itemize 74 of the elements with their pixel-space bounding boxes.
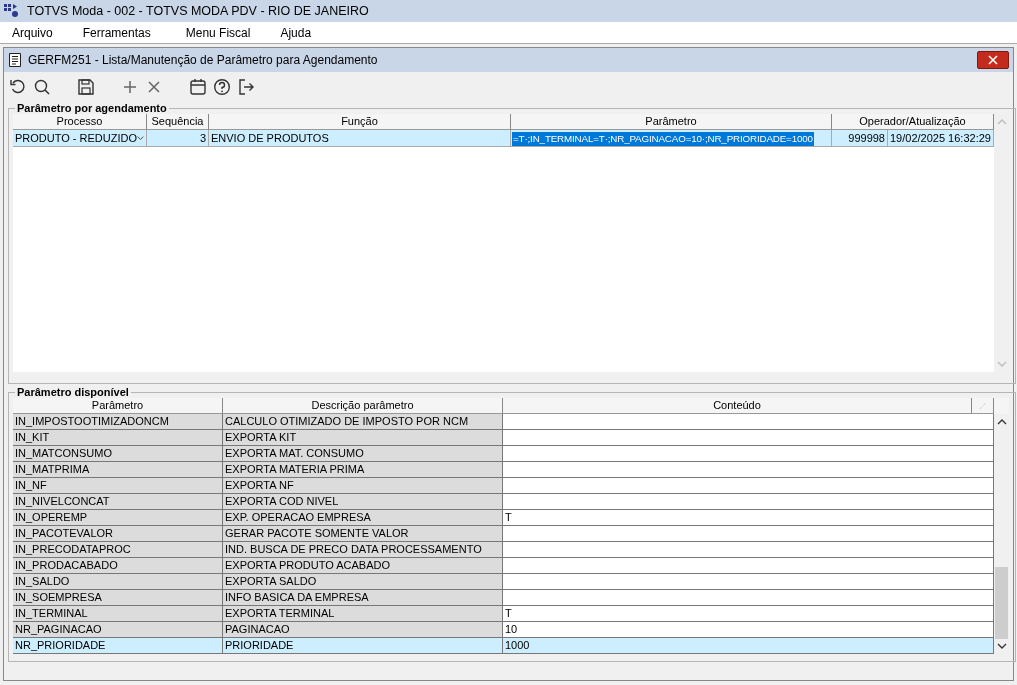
- table-cell: IN_NF: [13, 478, 223, 494]
- table-cell[interactable]: [503, 414, 994, 430]
- search-icon[interactable]: [33, 78, 51, 96]
- table-cell: IN_SOEMPRESA: [13, 590, 223, 606]
- menu-item[interactable]: Menu Fiscal: [185, 25, 251, 40]
- calendar-icon[interactable]: [189, 78, 207, 96]
- table-cell: GERAR PACOTE SOMENTE VALOR: [223, 526, 503, 542]
- table-cell[interactable]: [503, 430, 994, 446]
- table-cell: IN_MATCONSUMO: [13, 446, 223, 462]
- table-cell: EXP. OPERACAO EMPRESA: [223, 510, 503, 526]
- table-cell[interactable]: 10: [503, 622, 994, 638]
- help-icon[interactable]: [213, 78, 231, 96]
- scroll-down-icon[interactable]: [996, 643, 1007, 649]
- table-cell: IN_NIVELCONCAT: [13, 494, 223, 510]
- menu-item[interactable]: Ferramentas: [82, 25, 151, 40]
- close-icon: [988, 55, 998, 65]
- table-cell: EXPORTA NF: [223, 478, 503, 494]
- inner-window-title: GERFM251 - Lista/Manutenção de Parâmetro para Agendamento: [28, 53, 379, 67]
- add-icon[interactable]: [121, 78, 139, 96]
- table-cell[interactable]: [503, 542, 994, 558]
- table-cell: EXPORTA MAT. CONSUMO: [223, 446, 503, 462]
- table-cell: PAGINACAO: [223, 622, 503, 638]
- table-cell: EXPORTA MATERIA PRIMA: [223, 462, 503, 478]
- table-cell: EXPORTA PRODUTO ACABADO: [223, 558, 503, 574]
- table-cell: CALCULO OTIMIZADO DE IMPOSTO POR NCM: [223, 414, 503, 430]
- process-dropdown[interactable]: PRODUTO - REDUZIDO: [13, 130, 147, 147]
- caret-icon: [137, 135, 144, 141]
- save-icon[interactable]: [77, 78, 95, 96]
- table-cell[interactable]: [503, 446, 994, 462]
- table-cell[interactable]: [503, 494, 994, 510]
- table-cell: 3: [147, 130, 209, 147]
- table-cell: INFO BASICA DA EMPRESA: [223, 590, 503, 606]
- scrollbar-thumb[interactable]: [995, 567, 1008, 639]
- table-cell[interactable]: T: [503, 510, 994, 526]
- table-cell[interactable]: [503, 462, 994, 478]
- table-cell: EXPORTA SALDO: [223, 574, 503, 590]
- table-cell[interactable]: T: [503, 606, 994, 622]
- highlighted-text: =T·;IN_TERMINAL=T·;NR_PAGINACAO=10·;NR_PRIORIDADE=1000: [512, 132, 814, 146]
- table-cell: EXPORTA TERMINAL: [223, 606, 503, 622]
- table-cell: IN_MATPRIMA: [13, 462, 223, 478]
- grid-logo-icon: [3, 3, 19, 19]
- group-title: Parâmetro disponível: [16, 386, 130, 398]
- table-cell: IN_TERMINAL: [13, 606, 223, 622]
- table-cell[interactable]: [503, 526, 994, 542]
- table-cell: PRIORIDADE: [223, 638, 503, 654]
- exit-icon[interactable]: [237, 78, 255, 96]
- close-button[interactable]: [977, 51, 1009, 69]
- table-cell: IN_PRECODATAPROC: [13, 542, 223, 558]
- table-cell: ENVIO DE PRODUTOS: [209, 130, 511, 147]
- table-cell[interactable]: [503, 590, 994, 606]
- table-cell: IN_SALDO: [13, 574, 223, 590]
- table-cell[interactable]: [503, 558, 994, 574]
- table-cell: NR_PRIORIDADE: [13, 638, 223, 654]
- group-title: Parâmetro por agendamento: [16, 102, 168, 114]
- scroll-up-icon[interactable]: [996, 419, 1007, 425]
- table-cell: IN_PRODACABADO: [13, 558, 223, 574]
- table-cell: 19/02/2025 16:32:29: [888, 130, 994, 147]
- undo-icon[interactable]: [9, 78, 27, 96]
- table-cell: IN_KIT: [13, 430, 223, 446]
- table-cell[interactable]: [503, 478, 994, 494]
- table-cell: EXPORTA KIT: [223, 430, 503, 446]
- table-cell: IN_PACOTEVALOR: [13, 526, 223, 542]
- table-cell[interactable]: 1000: [503, 638, 994, 654]
- table-cell: 999998: [832, 130, 888, 147]
- table-cell: EXPORTA COD NIVEL: [223, 494, 503, 510]
- table-cell: IND. BUSCA DE PRECO DATA PROCESSAMENTO: [223, 542, 503, 558]
- menu-item[interactable]: Arquivo: [12, 25, 53, 40]
- table-cell: NR_PAGINACAO: [13, 622, 223, 638]
- app-window-title: TOTVS Moda - 002 - TOTVS MODA PDV - RIO DE JANEIRO: [27, 4, 369, 18]
- table-cell: IN_IMPOSTOOTIMIZADONCM: [13, 414, 223, 430]
- table-cell[interactable]: [503, 574, 994, 590]
- menu-item[interactable]: Ajuda: [280, 25, 312, 40]
- document-icon: [8, 52, 22, 68]
- table-cell: IN_OPEREMP: [13, 510, 223, 526]
